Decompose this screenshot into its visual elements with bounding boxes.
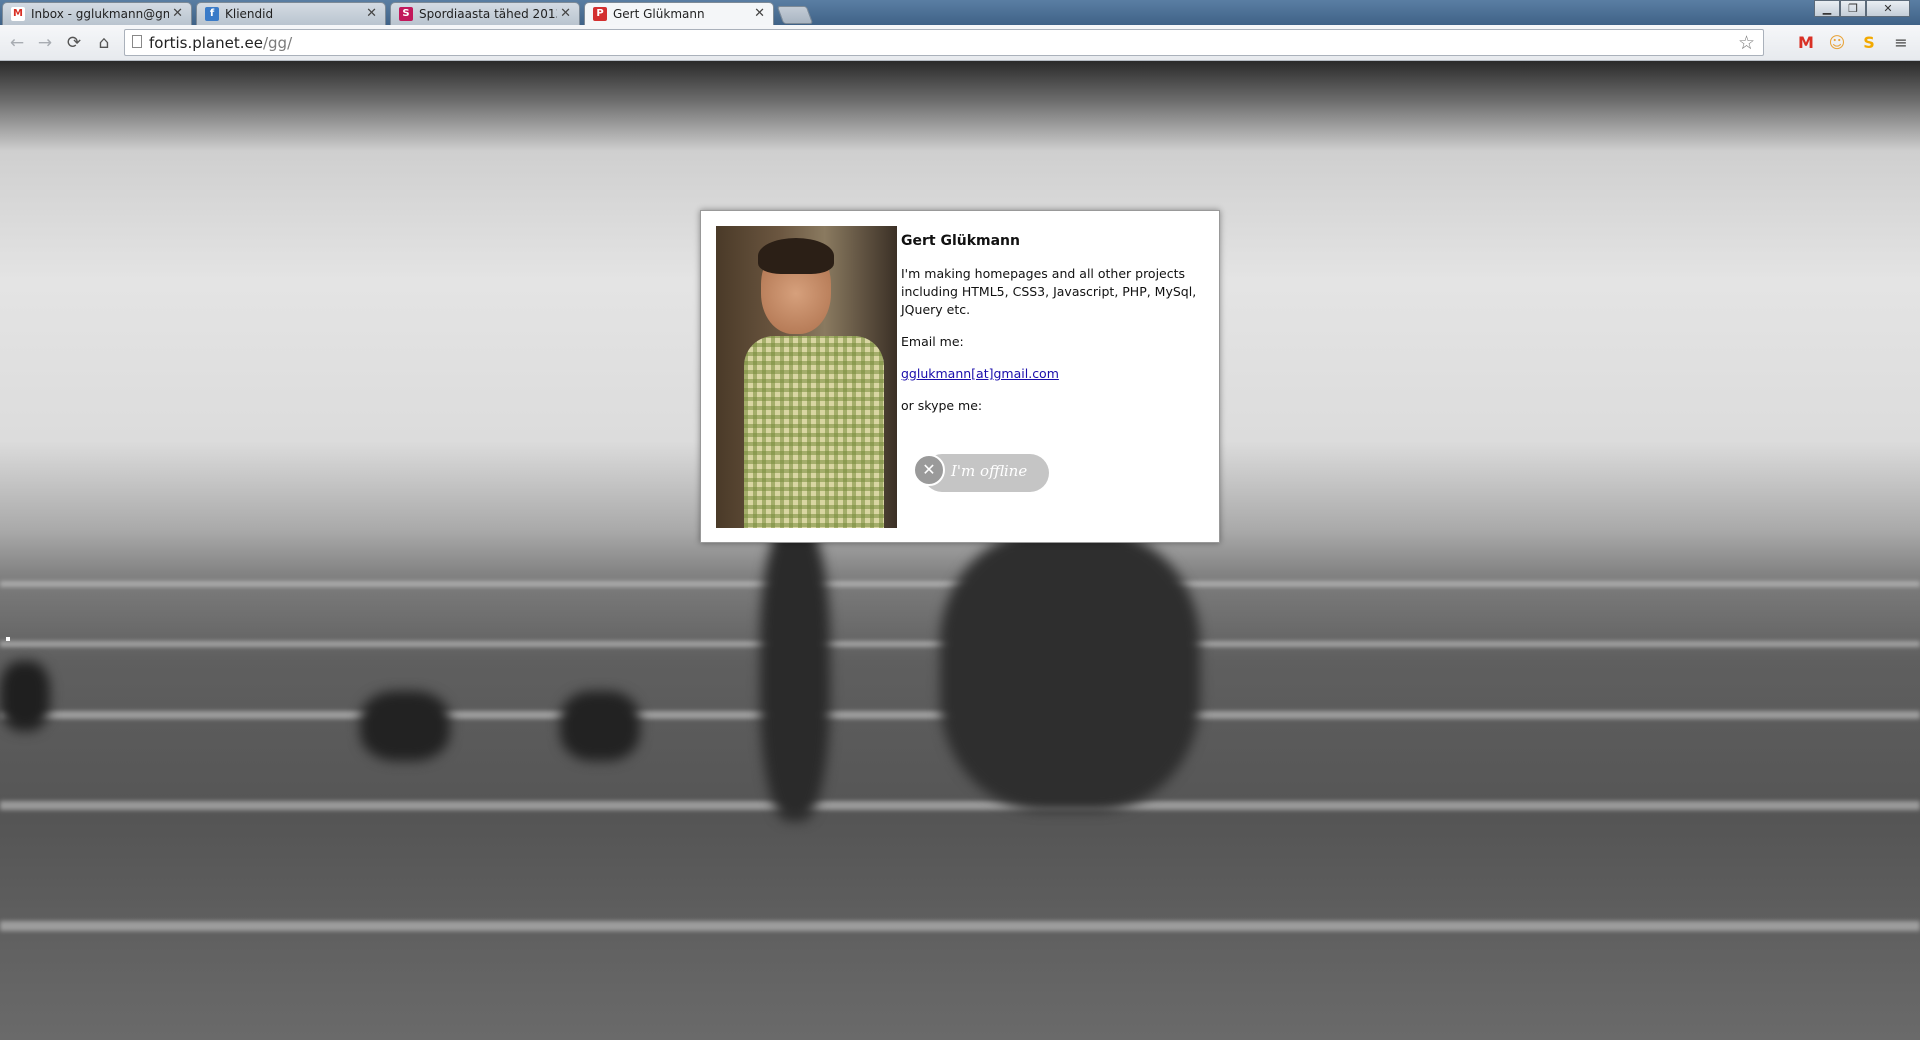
profile-name: Gert Glükmann — [901, 233, 1020, 249]
gmail-extension-icon[interactable]: M — [1795, 32, 1817, 54]
url-host: fortis.planet.ee — [149, 34, 263, 52]
track-lane-line — [0, 801, 1920, 810]
home-icon[interactable]: ⌂ — [93, 32, 115, 54]
email-label: Email me: — [901, 334, 964, 349]
profile-card: Gert Glükmann I'm making homepages and a… — [700, 210, 1220, 543]
skype-status-text: I'm offline — [951, 462, 1028, 480]
bookmark-star-icon[interactable]: ☆ — [1738, 32, 1755, 54]
track-lane-line — [0, 921, 1920, 931]
tab-title: Spordiaasta tähed 2013 | S — [419, 7, 557, 21]
offline-x-icon: ✕ — [913, 454, 945, 486]
tab-strip: M Inbox - gglukmann@gma ✕ f Kliendid ✕ S… — [0, 0, 1920, 26]
close-tab-icon[interactable]: ✕ — [366, 6, 377, 21]
profile-bio: I'm making homepages and all other proje… — [901, 266, 1197, 317]
tab-gert-glukmann[interactable]: P Gert Glükmann ✕ — [584, 2, 774, 26]
url-path: /gg/ — [262, 34, 293, 52]
page-icon — [132, 35, 142, 48]
athlete-leg-shape — [760, 521, 830, 821]
profile-photo — [716, 226, 897, 528]
menu-icon[interactable]: ≡ — [1890, 32, 1912, 54]
page-viewport: Gert Glükmann I'm making homepages and a… — [0, 61, 1920, 1040]
tab-title: Gert Glükmann — [613, 7, 705, 21]
new-tab-button[interactable] — [776, 6, 814, 24]
maximize-button[interactable]: ❐ — [1840, 0, 1866, 17]
planet-p-icon: P — [593, 7, 607, 21]
athlete-body-shape — [940, 531, 1200, 811]
sports-icon: S — [399, 7, 413, 21]
skype-label: or skype me: — [901, 398, 983, 413]
page-dot — [6, 637, 10, 641]
photo-hair — [758, 238, 834, 274]
address-bar[interactable]: fortis.planet.ee/gg/ ☆ — [124, 29, 1764, 56]
skype-status-button[interactable]: ✕ I'm offline — [913, 452, 1051, 494]
email-link[interactable]: gglukmann[at]gmail.com — [901, 366, 1059, 381]
close-tab-icon[interactable]: ✕ — [560, 6, 571, 21]
fortis-icon: f — [205, 7, 219, 21]
tab-spordiaasta[interactable]: S Spordiaasta tähed 2013 | S ✕ — [390, 2, 580, 25]
starting-block-shape — [360, 691, 450, 761]
tab-kliendid[interactable]: f Kliendid ✕ — [196, 2, 386, 25]
minimize-button[interactable]: ▁ — [1814, 0, 1840, 17]
starting-block-shape — [560, 691, 640, 761]
tab-inbox[interactable]: M Inbox - gglukmann@gma ✕ — [2, 2, 192, 25]
tab-title: Kliendid — [225, 7, 274, 21]
forward-arrow-icon[interactable]: → — [34, 32, 56, 54]
reload-icon[interactable]: ⟳ — [63, 32, 85, 54]
s-extension-icon[interactable]: S — [1858, 32, 1880, 54]
close-tab-icon[interactable]: ✕ — [754, 6, 765, 21]
close-window-button[interactable]: ✕ — [1866, 0, 1910, 17]
cat-extension-icon[interactable]: ☺ — [1826, 32, 1848, 54]
gmail-icon: M — [11, 7, 25, 21]
starting-block-shape — [0, 661, 50, 731]
url-text: fortis.planet.ee/gg/ — [149, 34, 292, 52]
profile-info: Gert Glükmann I'm making homepages and a… — [901, 233, 1211, 429]
tab-title: Inbox - gglukmann@gma — [31, 7, 169, 21]
back-arrow-icon[interactable]: ← — [6, 32, 28, 54]
browser-toolbar: ← → ⟳ ⌂ fortis.planet.ee/gg/ ☆ M ☺ S ≡ — [0, 25, 1920, 61]
close-tab-icon[interactable]: ✕ — [172, 6, 183, 21]
photo-shirt — [744, 336, 884, 528]
